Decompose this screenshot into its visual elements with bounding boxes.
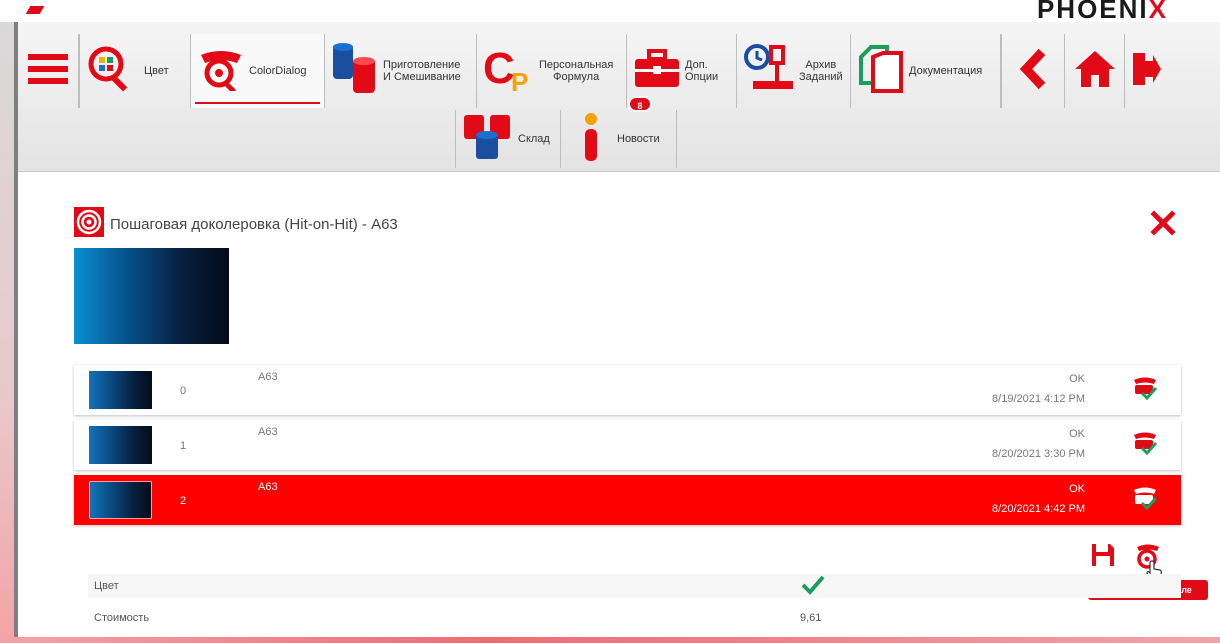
toolbar-options-button[interactable]: Доп. Опции 8 [627, 34, 737, 112]
toolbar-news-button[interactable]: Новости [561, 110, 677, 168]
toolbar-job-archive-button[interactable]: Архив Заданий [737, 34, 851, 108]
toolbar-color-button[interactable]: Цвет [79, 34, 191, 108]
menu-button[interactable] [18, 34, 79, 108]
toolbar-stock-label: Склад [518, 133, 550, 145]
app-mark [25, 6, 45, 14]
toolbox-icon [633, 48, 681, 94]
cp-formula-icon: CP [483, 43, 535, 100]
close-panel-button[interactable] [1150, 210, 1176, 236]
exit-button[interactable] [1125, 34, 1165, 108]
home-icon [1073, 49, 1117, 94]
toolbar-colordialog-label: ColorDialog [249, 65, 307, 77]
window-top-bar: PHOENIX [0, 0, 1220, 24]
color-ok-check-icon [800, 572, 826, 607]
toolbar-documentation-button[interactable]: Документация [851, 34, 1001, 108]
formula-ok-icon[interactable] [1132, 375, 1158, 401]
toolbar-job-archive-label: Архив Заданий [799, 59, 843, 83]
toolbar-colordialog-button[interactable]: ColorDialog [191, 34, 325, 108]
chevron-left-icon [1016, 48, 1050, 95]
colordialog-icon [197, 47, 245, 96]
color-search-icon [86, 44, 136, 99]
detail-value: 9,61 [800, 612, 822, 624]
detail-key: Цвет [94, 580, 119, 592]
hit-swatch [89, 371, 152, 409]
save-button[interactable] [1090, 542, 1116, 568]
hit-row-selected[interactable]: 2 A63 OK 8/20/2021 4:42 PM [74, 475, 1181, 525]
svg-text:P: P [511, 67, 528, 95]
hit-swatch [89, 426, 152, 464]
mixing-cans-icon [331, 41, 379, 102]
toolbar-personal-formula-button[interactable]: CP Персональная Формула [477, 34, 627, 108]
toolbar-stock-button[interactable]: Склад [455, 110, 561, 168]
formula-ok-icon[interactable] [1132, 430, 1158, 456]
hit-name: A63 [258, 426, 278, 438]
hit-date: 8/20/2021 3:30 PM [992, 448, 1085, 460]
floppy-disk-icon [1090, 542, 1116, 573]
hit-status: OK [1069, 373, 1085, 385]
hit-row[interactable]: 0 A63 OK 8/19/2021 4:12 PM [74, 365, 1181, 415]
toolbar-options-label: Доп. Опции [685, 59, 719, 83]
toolbar-mixing-button[interactable]: Приготовление И Смешивание [325, 34, 477, 108]
hit-swatch [89, 481, 152, 519]
target-icon [74, 207, 104, 242]
hit-name: A63 [258, 371, 278, 383]
exit-door-icon [1131, 49, 1161, 94]
documents-icon [857, 43, 905, 100]
hit-date: 8/20/2021 4:42 PM [992, 503, 1085, 515]
home-button[interactable] [1065, 34, 1125, 108]
hit-status: OK [1069, 483, 1085, 495]
window-left-border [0, 22, 18, 643]
hit-index: 2 [180, 495, 187, 507]
back-button[interactable] [1001, 34, 1065, 108]
hit-index: 0 [180, 385, 187, 397]
color-swatch-preview [74, 248, 229, 344]
hit-row[interactable]: 1 A63 OK 8/20/2021 3:30 PM [74, 420, 1181, 470]
close-icon [1150, 210, 1176, 241]
detail-key: Стоимость [94, 612, 150, 624]
svg-text:C: C [483, 44, 515, 93]
archive-scale-icon [743, 43, 795, 100]
toolbar-documentation-label: Документация [909, 65, 983, 77]
hit-index: 1 [180, 440, 187, 452]
formula-ok-icon[interactable] [1132, 485, 1158, 511]
hit-date: 8/19/2021 4:12 PM [992, 393, 1085, 405]
main-toolbar: Цвет ColorDialog Приготовление И Смешива… [18, 22, 1220, 172]
window-bottom-border [0, 637, 1220, 643]
toolbar-color-label: Цвет [144, 65, 169, 77]
panel-title: Пошаговая доколеровка (Hit-on-Hit) - A63 [110, 216, 398, 233]
toolbar-personal-formula-label: Персональная Формула [539, 59, 614, 83]
detail-row-color: Цвет [88, 574, 1181, 598]
hit-name: A63 [258, 481, 278, 493]
hit-status: OK [1069, 428, 1085, 440]
stock-cans-icon [462, 113, 514, 166]
toolbar-mixing-label: Приготовление И Смешивание [383, 59, 461, 83]
panel-header: Пошаговая доколеровка (Hit-on-Hit) - A63 [74, 207, 398, 242]
toolbar-news-label: Новости [617, 133, 660, 145]
info-icon [581, 111, 601, 168]
hamburger-menu-icon [28, 51, 68, 92]
detail-row-cost: Стоимость 9,61 [88, 606, 1181, 630]
